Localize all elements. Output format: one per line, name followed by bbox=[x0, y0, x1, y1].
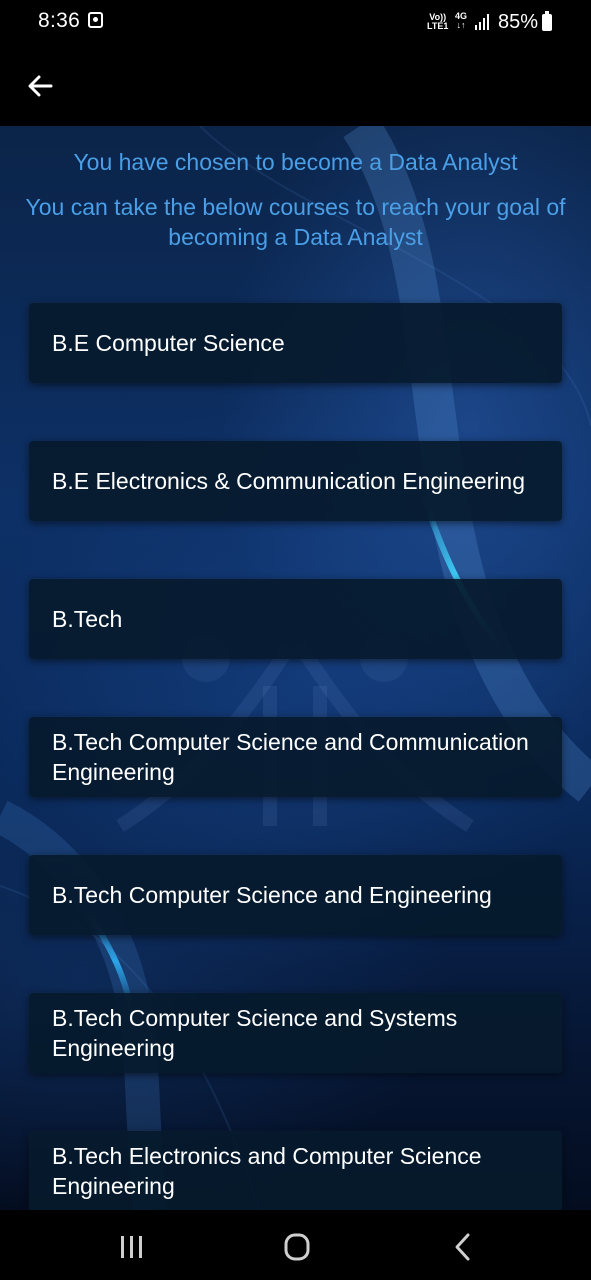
network-bottom-text: ↓↑ bbox=[456, 20, 466, 30]
course-card-be-computer-science[interactable]: B.E Computer Science bbox=[29, 303, 562, 383]
home-icon[interactable] bbox=[275, 1230, 319, 1264]
content-area: You have chosen to become a Data Analyst… bbox=[0, 126, 591, 1210]
arrow-left-icon[interactable] bbox=[20, 66, 60, 106]
screen: 8:36 Vo)) LTE1 4G ↓↑ 85% You have chosen… bbox=[0, 0, 591, 1280]
signal-icon bbox=[475, 14, 489, 30]
status-bar: 8:36 Vo)) LTE1 4G ↓↑ 85% bbox=[0, 0, 591, 46]
course-card-btech[interactable]: B.Tech bbox=[29, 579, 562, 659]
course-label: B.Tech Computer Science and Communicatio… bbox=[52, 729, 529, 785]
volte-icon: Vo)) LTE1 bbox=[427, 13, 448, 31]
course-label: B.Tech bbox=[52, 606, 123, 632]
battery-icon bbox=[542, 11, 552, 31]
battery-percent: 85% bbox=[498, 11, 539, 33]
status-time: 8:36 bbox=[38, 9, 81, 32]
goal-subheading: You can take the below courses to reach … bbox=[25, 194, 566, 250]
app-bar bbox=[0, 46, 591, 126]
course-card-be-electronics-communication[interactable]: B.E Electronics & Communication Engineer… bbox=[29, 441, 562, 521]
course-label: B.E Computer Science bbox=[52, 330, 285, 356]
course-label: B.Tech Computer Science and Systems Engi… bbox=[52, 1005, 458, 1061]
system-nav-bar bbox=[0, 1210, 591, 1280]
course-label: B.Tech Electronics and Computer Science … bbox=[52, 1143, 482, 1199]
notification-icon bbox=[88, 12, 103, 28]
course-card-btech-cs-communication[interactable]: B.Tech Computer Science and Communicatio… bbox=[29, 717, 562, 797]
goal-heading: You have chosen to become a Data Analyst bbox=[73, 149, 518, 175]
network-4g-icon: 4G ↓↑ bbox=[455, 12, 467, 30]
volte-bottom-text: LTE1 bbox=[427, 21, 449, 31]
course-label: B.Tech Computer Science and Engineering bbox=[52, 882, 492, 908]
course-list: B.E Computer Science B.E Electronics & C… bbox=[29, 303, 562, 1210]
course-label: B.E Electronics & Communication Engineer… bbox=[52, 468, 526, 494]
course-card-btech-cs-systems[interactable]: B.Tech Computer Science and Systems Engi… bbox=[29, 993, 562, 1073]
course-card-btech-cs-engineering[interactable]: B.Tech Computer Science and Engineering bbox=[29, 855, 562, 935]
back-icon[interactable] bbox=[442, 1230, 486, 1264]
recents-icon[interactable] bbox=[110, 1230, 154, 1264]
course-card-btech-electronics-cs[interactable]: B.Tech Electronics and Computer Science … bbox=[29, 1131, 562, 1210]
